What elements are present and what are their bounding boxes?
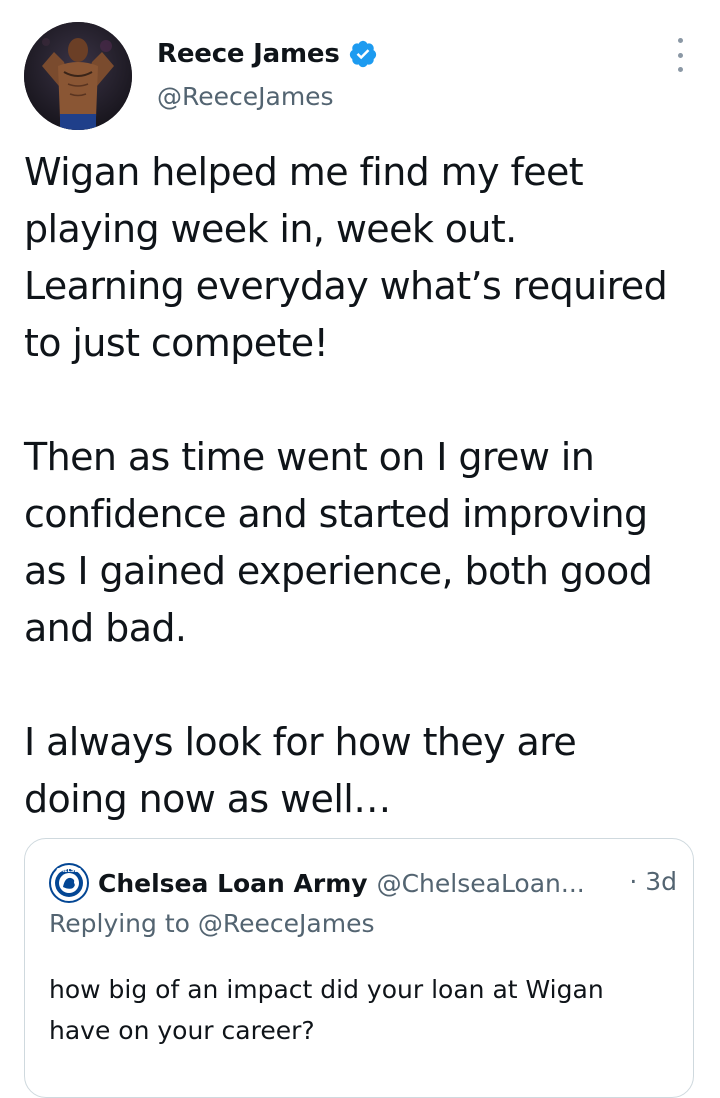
quoted-line: how big of an impact did your loan at Wi… — [49, 975, 604, 1004]
tweet-line: Learning everyday what’s required — [24, 264, 668, 308]
tweet-line: Wigan helped me find my feet — [24, 150, 584, 194]
author-avatar[interactable] — [24, 22, 132, 130]
crest-text: CHELSEA — [56, 868, 81, 874]
author-display-name[interactable]: Reece James — [157, 39, 340, 69]
reply-prefix: Replying to — [49, 909, 190, 938]
time-value: 3d — [645, 867, 677, 896]
tweet-line: I always look for how they are — [24, 720, 577, 764]
tweet-line: playing week in, week out. — [24, 207, 517, 251]
quoted-line: have on your career? — [49, 1016, 315, 1045]
profile-photo-icon — [24, 22, 132, 130]
more-options-icon[interactable] — [670, 38, 690, 72]
verified-badge-icon — [348, 39, 378, 69]
replying-to: Replying to @ReeceJames — [49, 909, 375, 938]
chelsea-crest-icon[interactable]: CHELSEA — [49, 863, 89, 903]
tweet-line: Then as time went on I grew in — [24, 435, 595, 479]
tweet-line: and bad. — [24, 606, 187, 650]
author-name-row: Reece James — [157, 36, 378, 72]
quoted-timestamp[interactable]: · 3d — [629, 867, 677, 896]
author-handle[interactable]: @ReeceJames — [157, 82, 334, 111]
tweet-text: Wigan helped me find my feet playing wee… — [24, 144, 709, 828]
tweet-line: doing now as well… — [24, 777, 391, 821]
quoted-tweet-card[interactable]: CHELSEA Chelsea Loan Army @ChelseaLoan..… — [24, 838, 694, 1098]
quoted-handle[interactable]: @ChelseaLoan... — [377, 869, 585, 898]
tweet-line: to just compete! — [24, 321, 329, 365]
quoted-display-name[interactable]: Chelsea Loan Army — [98, 869, 368, 898]
time-separator: · — [629, 867, 638, 896]
tweet-line: as I gained experience, both good — [24, 549, 653, 593]
quoted-tweet-text: how big of an impact did your loan at Wi… — [49, 969, 669, 1051]
quoted-tweet-header: CHELSEA Chelsea Loan Army @ChelseaLoan..… — [49, 863, 585, 903]
tweet-header: Reece James @ReeceJames — [0, 0, 720, 140]
tweet-line: confidence and started improving — [24, 492, 648, 536]
reply-to-handle[interactable]: @ReeceJames — [198, 909, 375, 938]
